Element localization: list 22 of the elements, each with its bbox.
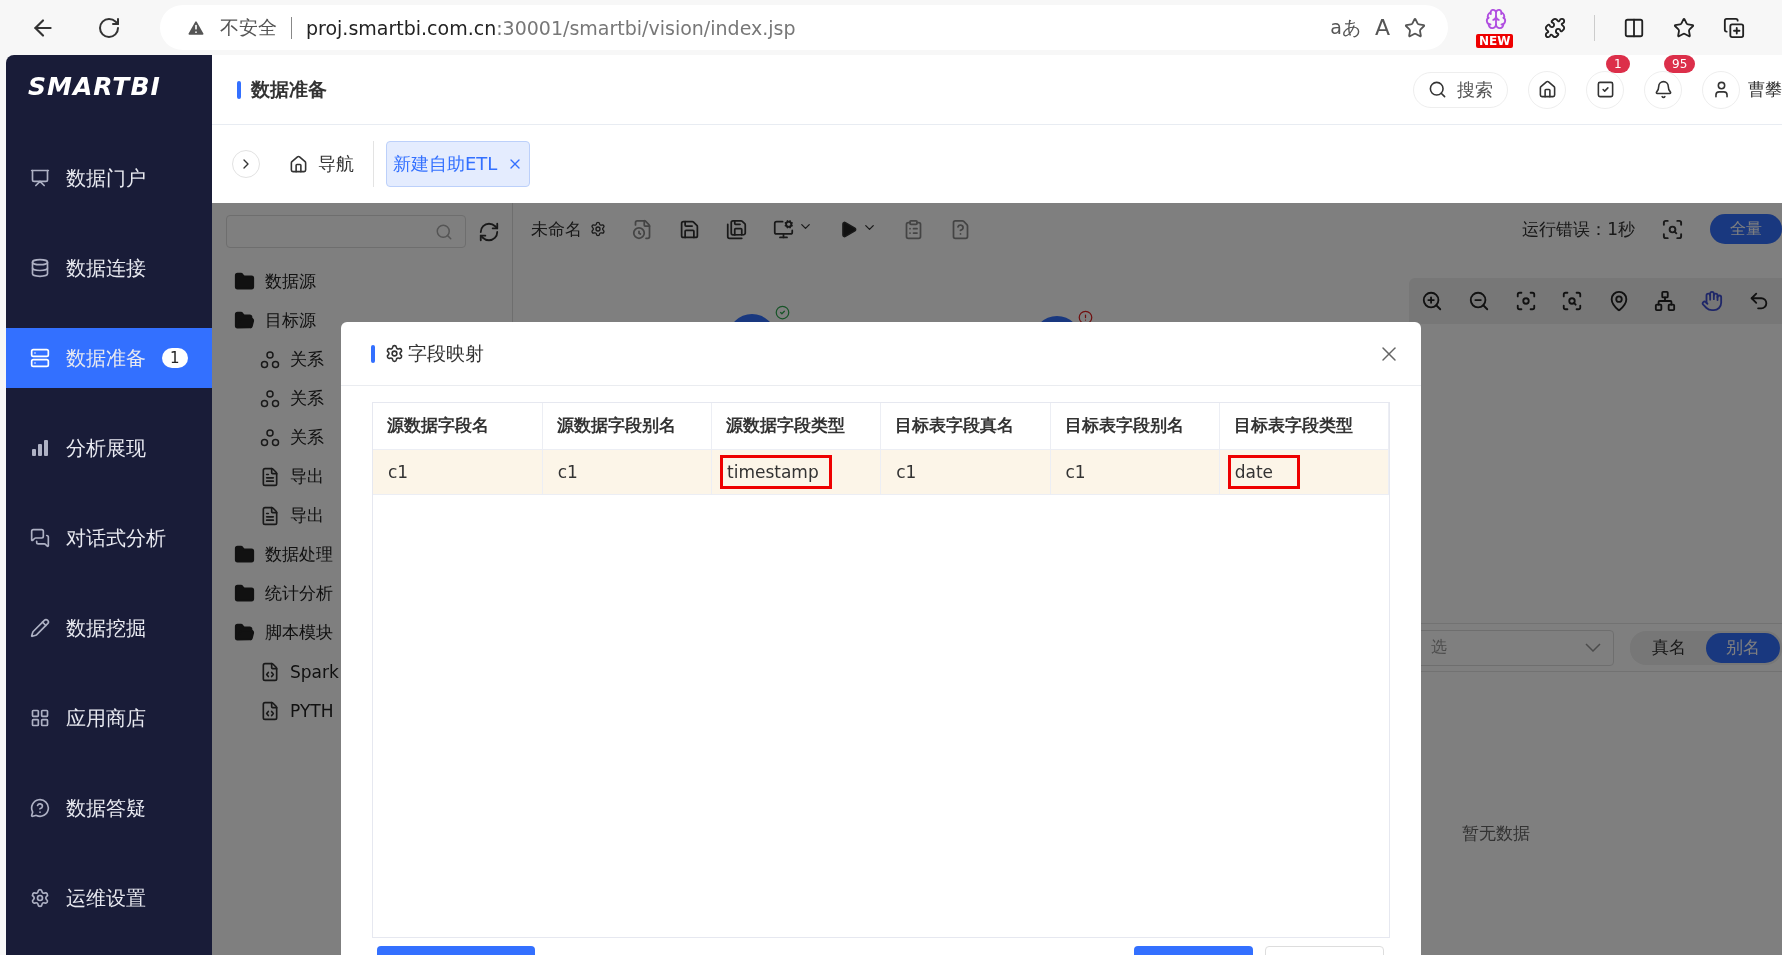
logo: SMARTBI	[27, 71, 162, 103]
empty-message: 暂无数据	[1462, 822, 1530, 845]
column-header: 源数据字段类型	[711, 403, 881, 449]
column-header: 目标表字段类型	[1219, 403, 1389, 449]
table-cell-text: c1	[895, 460, 918, 484]
column-header: 源数据字段名	[373, 403, 543, 449]
security-label: 不安全	[220, 14, 277, 40]
count-badge: 1	[162, 348, 188, 368]
run-status: 运行错误：1秒	[1522, 217, 1635, 241]
table-cell: date	[1227, 454, 1300, 489]
dialog-title: 字段映射	[408, 340, 485, 366]
table-cell: timestamp	[720, 454, 832, 489]
column-header: 目标表字段真名	[880, 403, 1050, 449]
column-header: 目标表字段别名	[1050, 403, 1220, 449]
page-title: 数据准备	[251, 76, 328, 102]
column-header: 源数据字段别名	[542, 403, 712, 449]
user-name: 曹攀	[1748, 78, 1782, 101]
file-name: 未命名	[531, 217, 606, 241]
table-cell-text: c1	[387, 460, 410, 484]
table-cell-text: c1	[556, 460, 579, 484]
url-text: proj.smartbi.com.cn:30001/smartbi/vision/index.jsp	[306, 16, 797, 39]
table-cell-text: c1	[1064, 460, 1087, 484]
